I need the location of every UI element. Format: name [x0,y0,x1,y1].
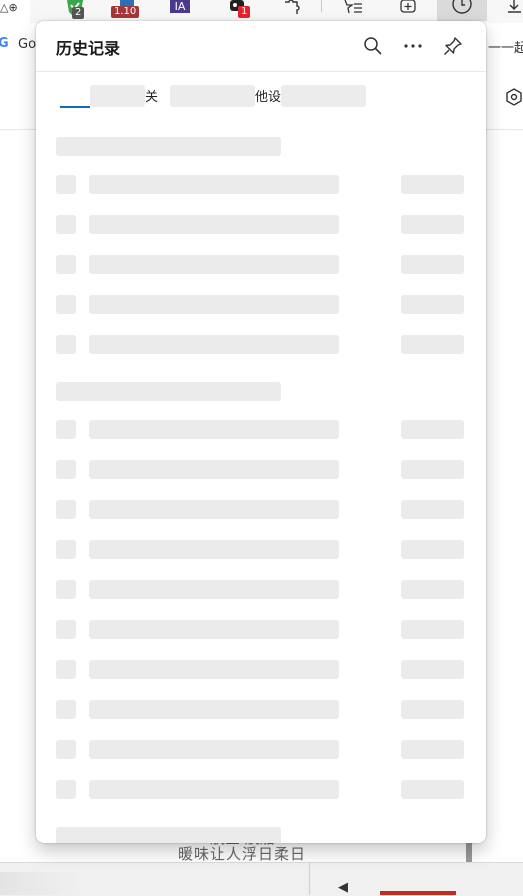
favicon-skeleton [56,335,76,354]
favicon-skeleton [56,580,76,599]
favicon-skeleton [56,620,76,639]
title-skeleton [89,255,339,274]
time-skeleton [401,580,464,599]
favicon-skeleton [56,460,76,479]
favicon-skeleton [56,540,76,559]
favicon-skeleton [56,295,76,314]
time-skeleton [401,540,464,559]
extension-badge: 2 [72,7,85,19]
tab-title: △⊕ [0,1,18,14]
tab-strip: △⊕ 2 1.10 IA 1 [0,0,523,23]
shield-extension-icon[interactable]: 2 [60,0,90,22]
history-icon[interactable] [450,0,474,22]
bookmark-item[interactable]: Go [18,37,36,52]
history-tabs: 关 他设 [36,71,486,121]
collections-icon[interactable] [396,0,420,22]
tab-recently-closed[interactable]: 关 [145,86,158,105]
title-skeleton [89,500,339,519]
favicon-skeleton [56,175,76,194]
active-tab[interactable]: △⊕ [0,0,30,23]
extension-badge: 1 [238,6,251,18]
page-text: 暖味让人浮日柔日 [178,845,307,863]
time-skeleton [401,620,464,639]
favicon-skeleton [56,700,76,719]
date-header-skeleton [56,137,281,156]
time-skeleton [401,460,464,479]
time-skeleton [401,295,464,314]
title-skeleton [89,420,339,439]
title-skeleton [89,580,339,599]
title-skeleton [89,700,339,719]
bookmark-item[interactable]: 一一起 [488,37,523,56]
selected-tab-indicator [60,106,90,108]
favicon-skeleton [56,780,76,799]
more-icon [404,44,422,48]
tab-label-skeleton [90,85,145,107]
search-button[interactable] [360,33,386,59]
title-skeleton [89,175,339,194]
date-header-skeleton [56,827,281,843]
toolbar-separator [321,0,322,12]
history-panel: 历史记录 关 他设 [36,21,486,843]
downloads-icon[interactable] [506,0,523,22]
title-skeleton [89,335,339,354]
time-skeleton [401,335,464,354]
title-skeleton [89,740,339,759]
title-skeleton [89,215,339,234]
history-header: 历史记录 [36,21,486,72]
favicon-skeleton [56,660,76,679]
time-skeleton [401,740,464,759]
extensions-icon[interactable] [280,0,302,22]
title-skeleton [89,780,339,799]
tab-all[interactable] [60,85,90,107]
tab-label-skeleton [170,85,255,107]
time-skeleton [401,215,464,234]
time-skeleton [401,780,464,799]
red-extension-icon[interactable]: 1.10 [110,0,144,22]
tab-label-skeleton [281,85,366,107]
favicon-skeleton [56,420,76,439]
favicon-skeleton [56,740,76,759]
page-scrollbar[interactable] [466,840,472,864]
ta-extension-icon[interactable]: IA [168,0,192,22]
title-skeleton [89,460,339,479]
favorites-icon[interactable] [340,0,364,22]
time-skeleton [401,500,464,519]
puzzle-badge-extension-icon[interactable]: 1 [224,0,254,22]
time-skeleton [401,660,464,679]
pin-button[interactable] [440,33,466,59]
search-icon [364,37,382,55]
title-skeleton [89,620,339,639]
date-header-skeleton [56,382,281,401]
favicon-skeleton [56,500,76,519]
time-skeleton [401,700,464,719]
taskbar-shadow [0,872,80,895]
taskbar-divider [309,863,310,895]
pin-icon [444,37,462,55]
google-icon[interactable]: G [0,36,9,51]
extension-badge: 1.10 [111,6,140,18]
title-skeleton [89,295,339,314]
more-options-button[interactable] [400,33,426,59]
taskbar-indicator [380,891,456,895]
history-title: 历史记录 [56,39,121,58]
tab-other-devices[interactable]: 他设 [255,86,281,105]
time-skeleton [401,255,464,274]
favicon-skeleton [56,215,76,234]
speaker-icon[interactable]: ◀ [338,880,348,895]
title-skeleton [89,540,339,559]
title-skeleton [89,660,339,679]
settings-hex-icon[interactable] [506,88,523,108]
time-skeleton [401,420,464,439]
time-skeleton [401,175,464,194]
favicon-skeleton [56,255,76,274]
ta-label: IA [170,0,190,13]
